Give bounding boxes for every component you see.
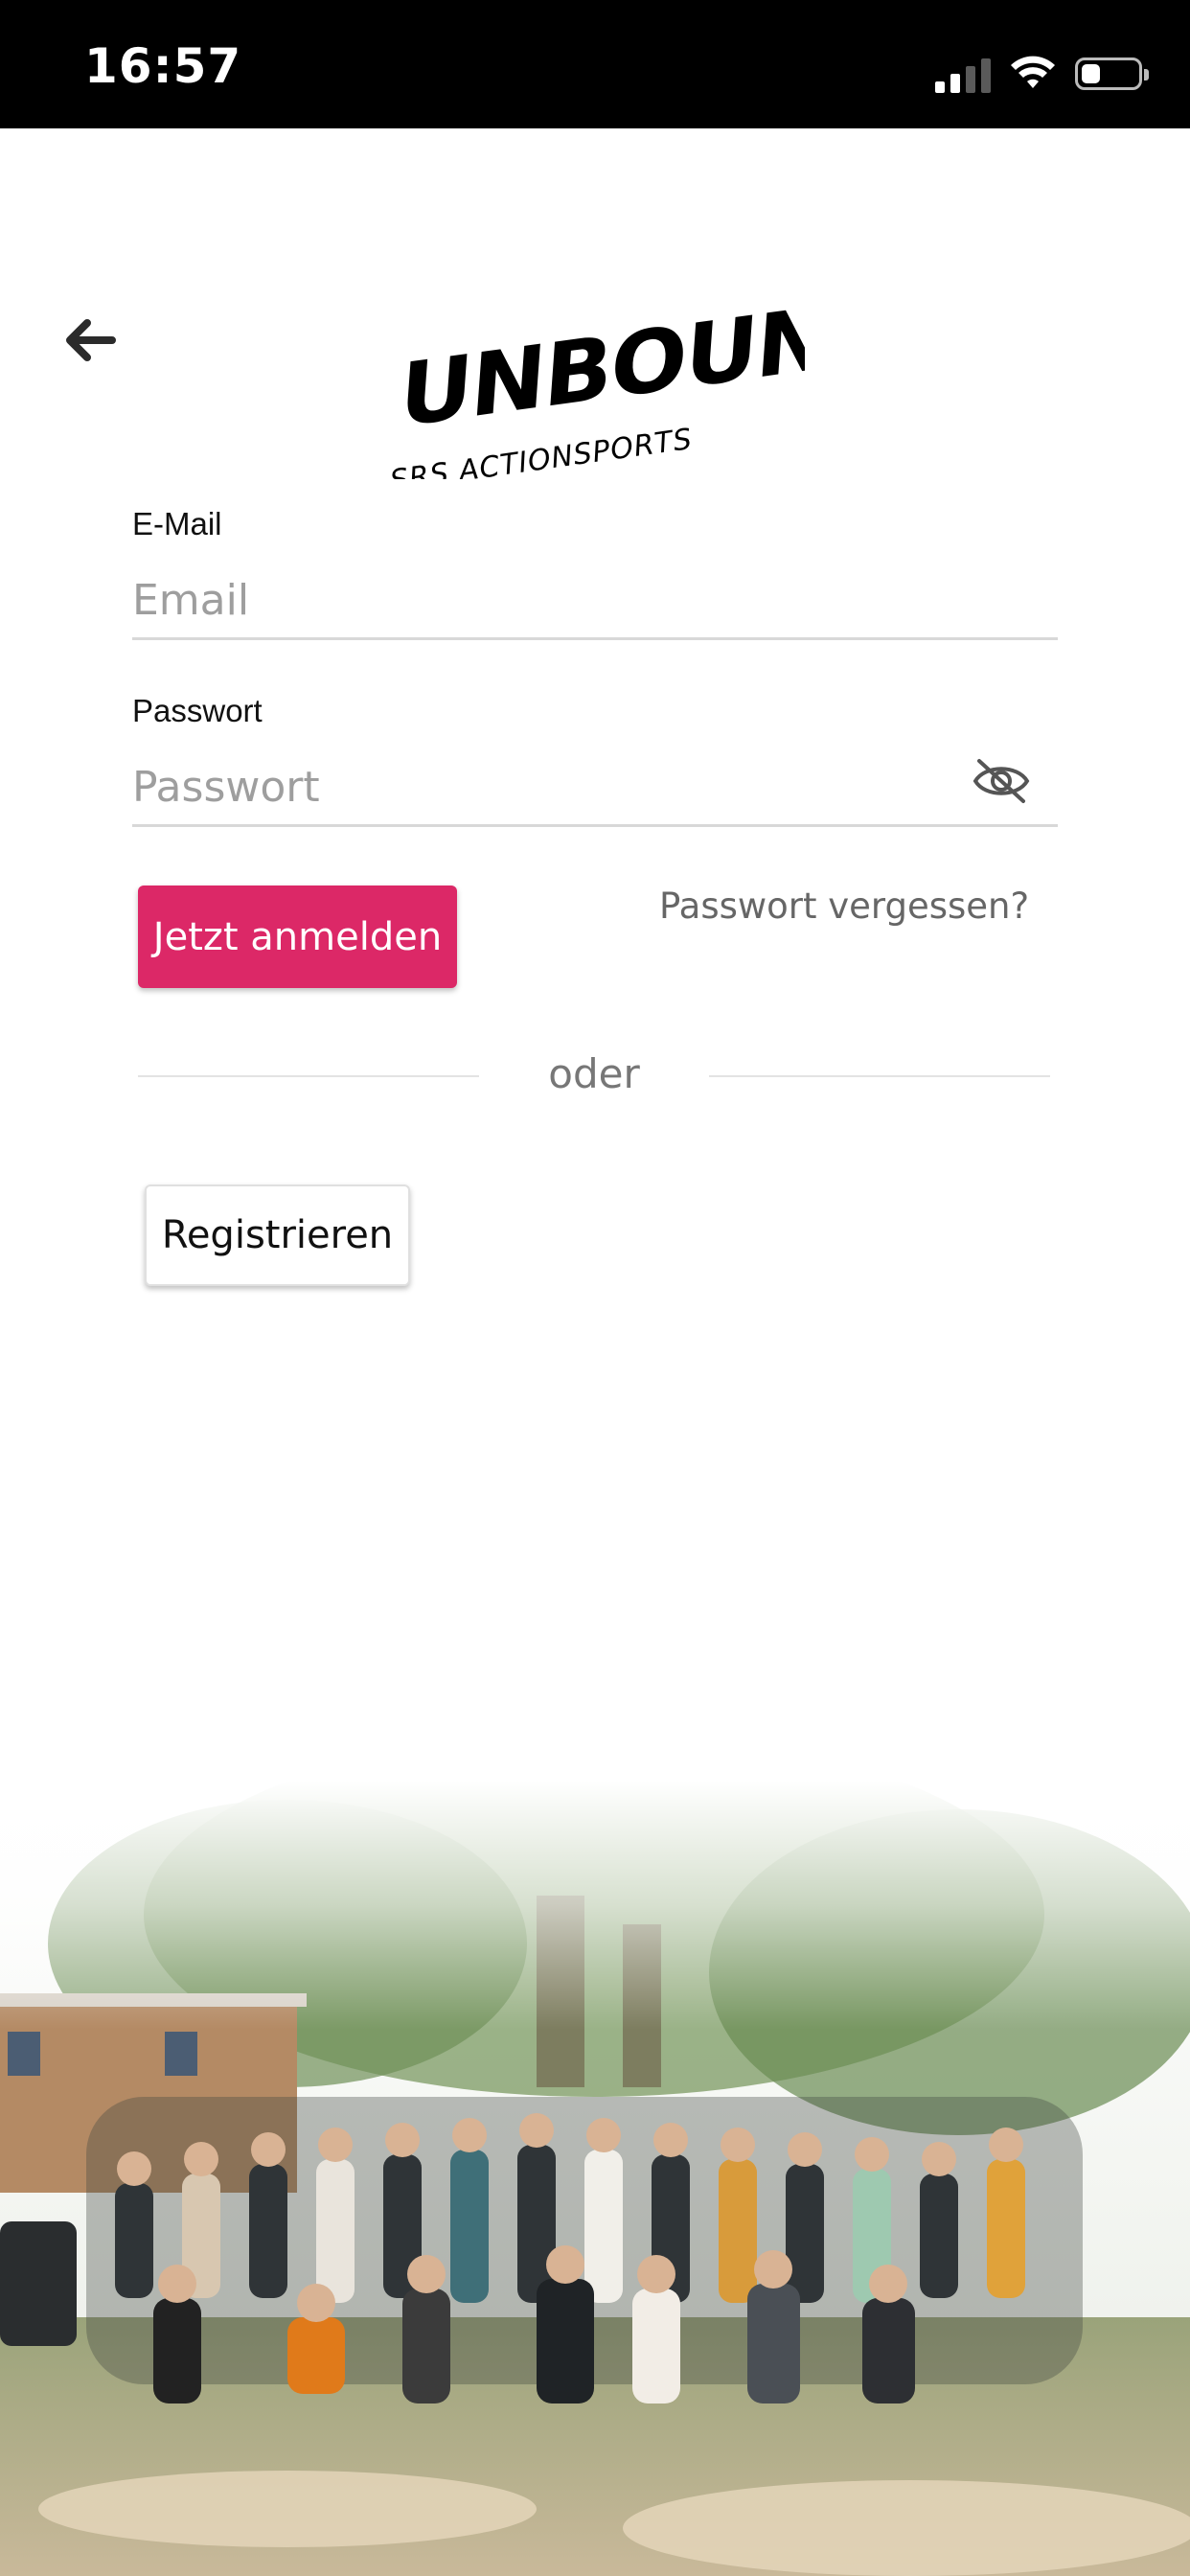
or-separator: oder	[548, 1050, 640, 1097]
battery-icon	[1075, 58, 1149, 90]
eye-off-icon	[973, 759, 1030, 803]
forgot-password-link[interactable]: Passwort vergessen?	[659, 886, 1029, 927]
signal-icon	[935, 55, 991, 93]
status-bar: 16:57	[0, 0, 1190, 128]
photo-fade-overlay	[0, 1781, 1190, 2030]
divider-left	[138, 1075, 479, 1077]
logo-wordmark: UNBOUND	[397, 288, 805, 447]
login-button[interactable]: Jetzt anmelden	[138, 886, 457, 988]
status-icons	[935, 50, 1149, 98]
arrow-left-icon	[66, 319, 116, 361]
unbound-logo: UNBOUND SRS ACTIONSPORTS	[383, 277, 905, 498]
back-button[interactable]	[56, 307, 123, 374]
group-photo	[0, 1781, 1190, 2576]
email-field[interactable]	[132, 564, 1058, 640]
password-label: Passwort	[132, 693, 263, 728]
status-time: 16:57	[84, 38, 242, 94]
register-button[interactable]: Registrieren	[145, 1184, 410, 1286]
password-visibility-toggle[interactable]	[968, 752, 1035, 810]
divider-right	[709, 1075, 1050, 1077]
wifi-icon	[1011, 56, 1055, 88]
email-label: E-Mail	[132, 506, 222, 541]
password-field[interactable]	[132, 750, 1058, 827]
